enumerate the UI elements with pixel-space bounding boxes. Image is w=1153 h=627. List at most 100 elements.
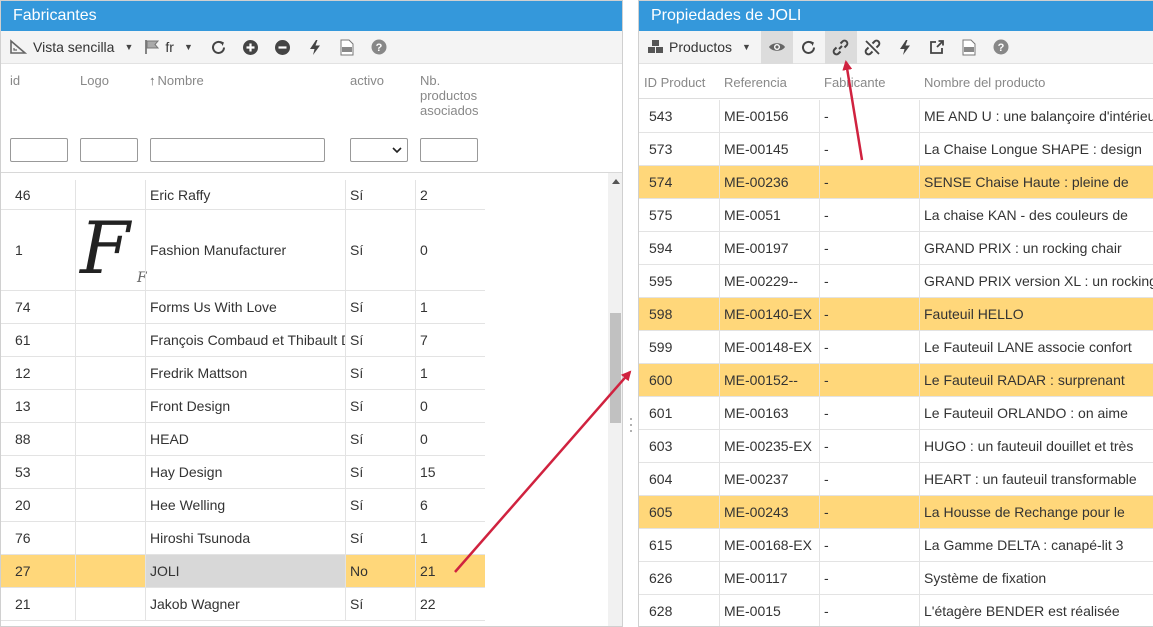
- table-row[interactable]: 575 ME-0051 - La chaise KAN - des couleurs …: [639, 199, 1153, 232]
- column-header-product-count[interactable]: Nb. productos asociados: [420, 73, 479, 118]
- column-header-id[interactable]: id: [10, 73, 20, 88]
- manufacturers-grid-body: 46 Eric Raffy Sí 2 1 F F Fashion Manufacturer Sí…: [1, 180, 608, 626]
- table-row[interactable]: 599 ME-00148-EX - Le Fauteuil LANE associe …: [639, 331, 1153, 364]
- cell-ref: ME-00229--: [719, 265, 819, 297]
- table-row[interactable]: 573 ME-00145 - La Chaise Longue SHAPE : des…: [639, 133, 1153, 166]
- lightning-icon: [308, 39, 322, 56]
- cell-manufacturer: -: [819, 265, 919, 297]
- manufacturers-scrollbar[interactable]: [608, 173, 622, 626]
- table-row[interactable]: 12 Fredrik Mattson Sí 1: [1, 357, 485, 390]
- cell-id-text: 53: [15, 464, 31, 480]
- column-header-name[interactable]: ↑ Nombre: [149, 73, 204, 88]
- table-row[interactable]: 46 Eric Raffy Sí 2: [1, 180, 485, 210]
- table-row[interactable]: 600 ME-00152-- - Le Fauteuil RADAR : surpre…: [639, 364, 1153, 397]
- properties-panel: Propiedades de JOLI Productos ▼ ? ID Pro…: [638, 0, 1153, 627]
- remove-button[interactable]: [267, 31, 299, 64]
- add-button[interactable]: [235, 31, 267, 64]
- cell-manufacturer-text: -: [824, 174, 829, 190]
- table-row[interactable]: 604 ME-00237 - HEART : un fauteuil transfor…: [639, 463, 1153, 496]
- export-csv-button[interactable]: [953, 31, 985, 64]
- link-button[interactable]: [824, 30, 857, 64]
- table-row[interactable]: 88 HEAD Sí 0: [1, 423, 485, 456]
- cell-ref: ME-00168-EX: [719, 529, 819, 561]
- language-dropdown[interactable]: fr ▼: [143, 31, 202, 64]
- cell-manufacturer-text: -: [824, 339, 829, 355]
- cell-logo: [75, 180, 145, 209]
- cell-active: Sí: [345, 210, 415, 290]
- column-header-reference[interactable]: Referencia: [724, 75, 787, 90]
- cell-name: Front Design: [145, 390, 345, 422]
- cell-id: 543: [639, 100, 719, 132]
- csv-file-icon: [962, 39, 976, 56]
- refresh-button[interactable]: [203, 31, 235, 64]
- column-header-active[interactable]: activo: [350, 73, 384, 88]
- cell-name-text: Le Fauteuil LANE associe confort: [924, 339, 1132, 355]
- cell-id-text: 603: [649, 438, 673, 454]
- help-button[interactable]: ?: [363, 31, 395, 64]
- table-row[interactable]: 74 Forms Us With Love Sí 1: [1, 291, 485, 324]
- table-row[interactable]: 1 F F Fashion Manufacturer Sí 0: [1, 208, 485, 291]
- table-row[interactable]: 61 François Combaud et Thibault Desombre S…: [1, 324, 485, 357]
- table-row[interactable]: 626 ME-00117 - Système de fixation: [639, 562, 1153, 595]
- table-row[interactable]: 13 Front Design Sí 0: [1, 390, 485, 423]
- quick-action-button[interactable]: [299, 31, 331, 64]
- cell-name-text: GRAND PRIX version XL : un rocking: [924, 273, 1153, 289]
- panel-splitter[interactable]: [623, 0, 638, 627]
- table-row[interactable]: 76 Hiroshi Tsunoda Sí 1: [1, 522, 485, 555]
- table-row[interactable]: 20 Hee Welling Sí 6: [1, 489, 485, 522]
- table-row[interactable]: 603 ME-00235-EX - HUGO : un fauteuil douill…: [639, 430, 1153, 463]
- id-filter-input[interactable]: [10, 138, 68, 162]
- cell-count: 1: [415, 291, 485, 323]
- properties-panel-title: Propiedades de JOLI: [639, 1, 1153, 31]
- active-filter-select[interactable]: [350, 138, 408, 162]
- cell-name-text: Hee Welling: [150, 497, 226, 513]
- table-row[interactable]: 543 ME-00156 - ME AND U : une balançoire d'…: [639, 100, 1153, 133]
- cell-ref: ME-00237: [719, 463, 819, 495]
- table-row[interactable]: 598 ME-00140-EX - Fauteuil HELLO: [639, 298, 1153, 331]
- table-row[interactable]: 21 Jakob Wagner Sí 22: [1, 588, 485, 621]
- table-row[interactable]: 605 ME-00243 - La Housse de Rechange pour l…: [639, 496, 1153, 529]
- column-header-product-name[interactable]: Nombre del producto: [924, 75, 1045, 90]
- cell-name: Fauteuil HELLO: [919, 298, 1153, 330]
- help-button[interactable]: ?: [985, 31, 1017, 64]
- name-filter-input[interactable]: [150, 138, 325, 162]
- unlink-button[interactable]: [857, 31, 889, 64]
- table-row[interactable]: 595 ME-00229-- - GRAND PRIX version XL : un…: [639, 265, 1153, 298]
- table-row[interactable]: 574 ME-00236 - SENSE Chaise Haute : pleine …: [639, 166, 1153, 199]
- cell-manufacturer: -: [819, 166, 919, 198]
- cell-count: 1: [415, 357, 485, 389]
- cell-active-text: Sí: [350, 299, 364, 315]
- cell-name-text: GRAND PRIX : un rocking chair: [924, 240, 1122, 256]
- product-count-filter-input[interactable]: [420, 138, 478, 162]
- table-row[interactable]: 615 ME-00168-EX - La Gamme DELTA : canapé-l…: [639, 529, 1153, 562]
- table-row[interactable]: 601 ME-00163 - Le Fauteuil ORLANDO : on aim…: [639, 397, 1153, 430]
- scroll-up-arrow-icon[interactable]: [608, 175, 622, 189]
- cell-id-text: 600: [649, 372, 673, 388]
- open-external-button[interactable]: [921, 31, 953, 64]
- view-mode-dropdown[interactable]: Vista sencilla ▼: [9, 31, 143, 64]
- cell-name-text: ME AND U : une balançoire d'intérieur: [924, 108, 1153, 124]
- products-dropdown[interactable]: Productos ▼: [647, 31, 761, 64]
- column-header-manufacturer[interactable]: Fabricante: [824, 75, 885, 90]
- table-row[interactable]: 27 JOLI No 21: [1, 555, 485, 588]
- view-button[interactable]: [760, 30, 793, 64]
- table-row[interactable]: 628 ME-0015 - L'étagère BENDER est réalisée: [639, 595, 1153, 626]
- logo-filter-input[interactable]: [80, 138, 138, 162]
- cell-manufacturer-text: -: [824, 108, 829, 124]
- cell-id: 74: [1, 291, 75, 323]
- cell-id: 53: [1, 456, 75, 488]
- cell-manufacturer: -: [819, 232, 919, 264]
- cell-id: 574: [639, 166, 719, 198]
- scrollbar-thumb[interactable]: [610, 313, 621, 423]
- quick-action-button[interactable]: [889, 31, 921, 64]
- export-csv-button[interactable]: [331, 31, 363, 64]
- products-label: Productos: [669, 39, 733, 55]
- cell-active: Sí: [345, 324, 415, 356]
- cell-id-text: 20: [15, 497, 31, 513]
- column-header-product-id[interactable]: ID Product: [644, 75, 705, 90]
- column-header-logo[interactable]: Logo: [80, 73, 109, 88]
- cell-id: 599: [639, 331, 719, 363]
- table-row[interactable]: 594 ME-00197 - GRAND PRIX : un rocking chai…: [639, 232, 1153, 265]
- table-row[interactable]: 53 Hay Design Sí 15: [1, 456, 485, 489]
- refresh-button[interactable]: [793, 31, 825, 64]
